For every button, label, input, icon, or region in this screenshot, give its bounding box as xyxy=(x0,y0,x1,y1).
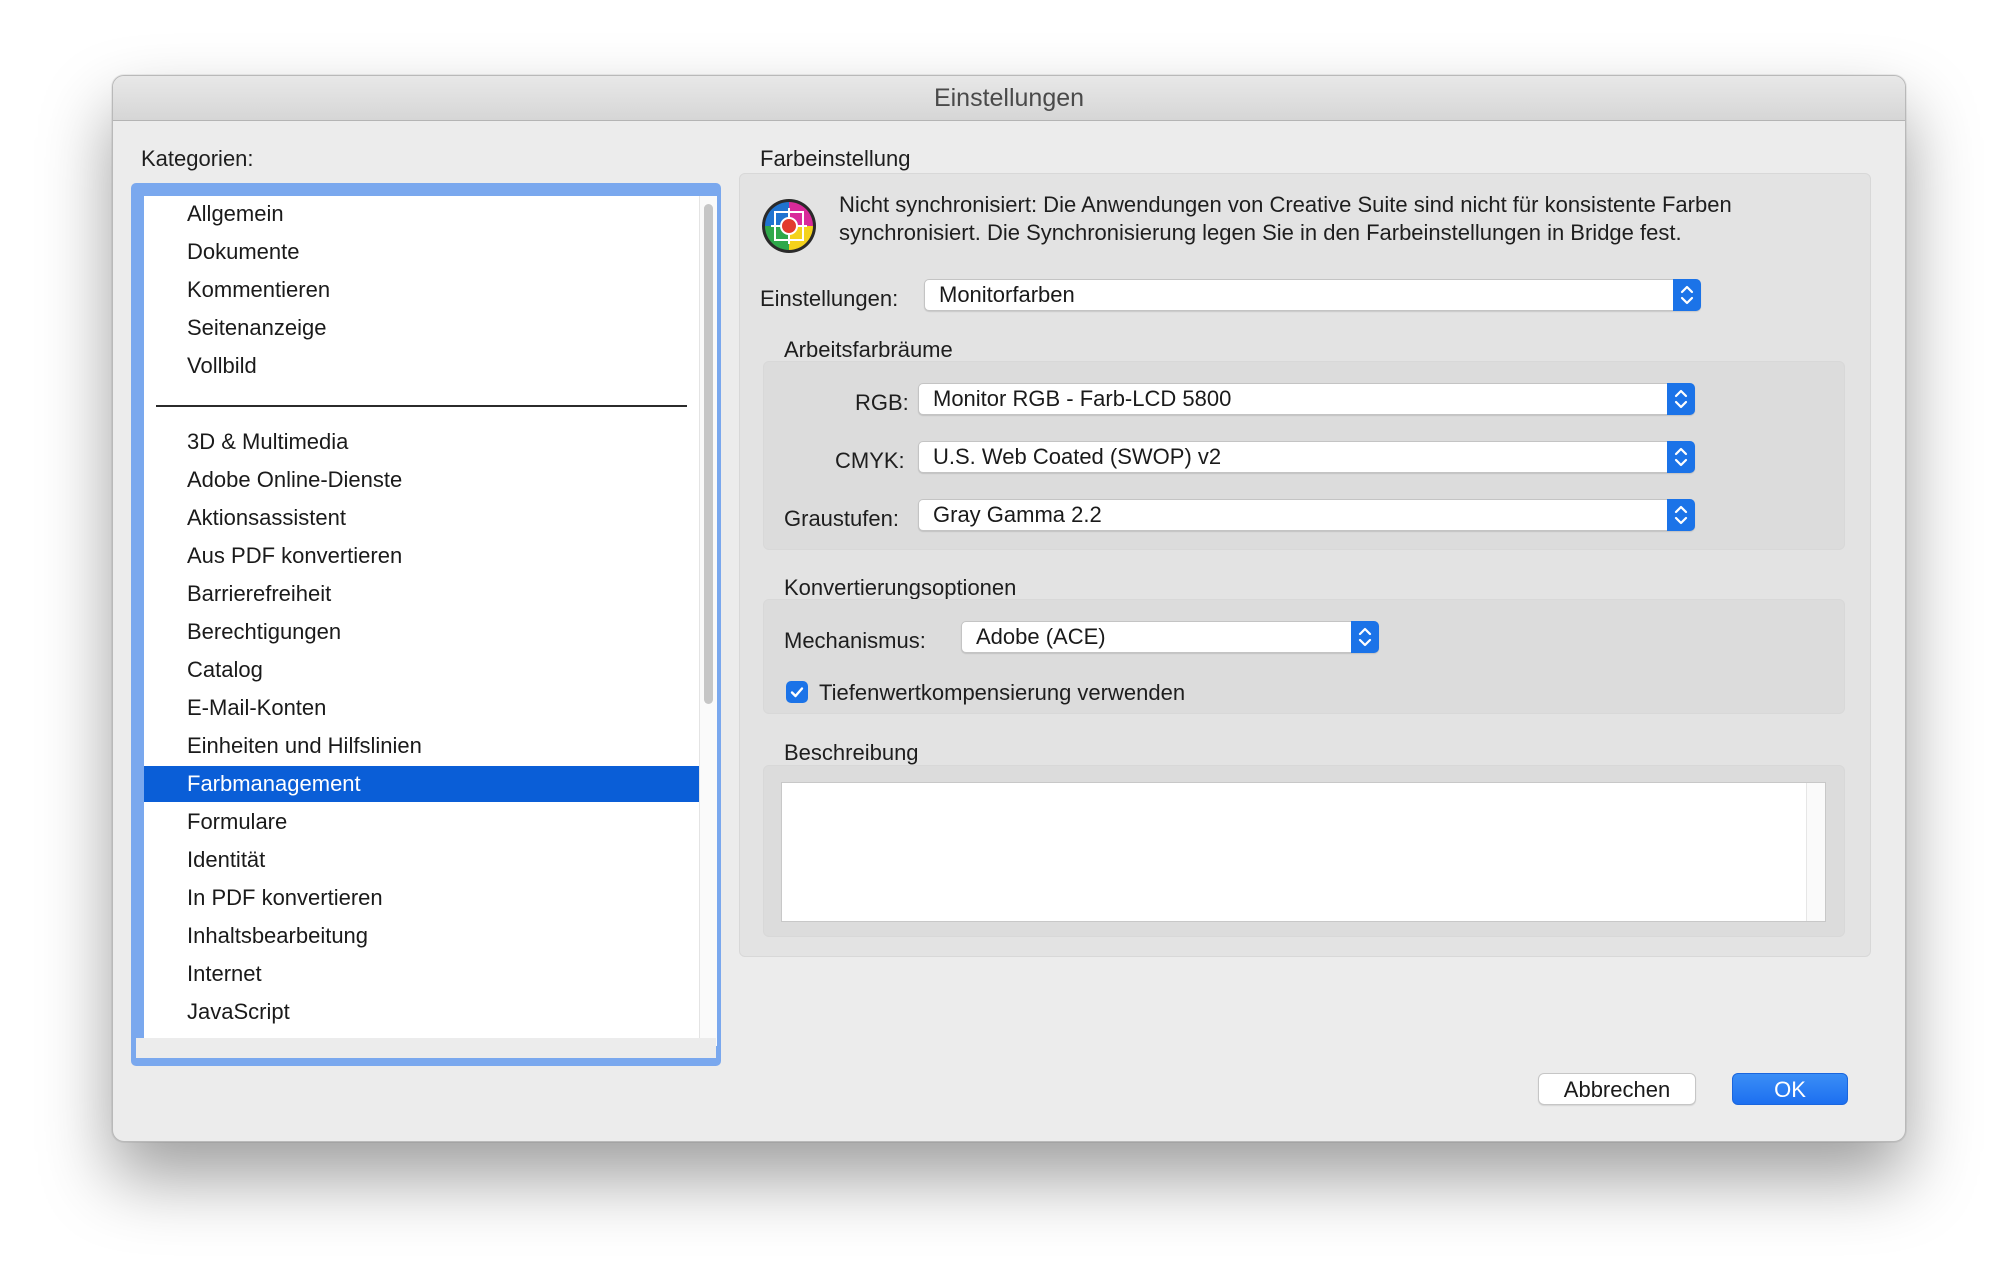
category-item-identitaet[interactable]: Identität xyxy=(144,842,699,878)
preferences-window: Einstellungen Kategorien: Allgemein Doku… xyxy=(112,75,1906,1142)
category-item-adobe-online-dienste[interactable]: Adobe Online-Dienste xyxy=(144,462,699,498)
ok-button[interactable]: OK xyxy=(1732,1073,1848,1105)
category-item-vollbild[interactable]: Vollbild xyxy=(144,348,699,384)
mechanismus-label: Mechanismus: xyxy=(784,628,926,653)
category-item-aktionsassistent[interactable]: Aktionsassistent xyxy=(144,500,699,536)
category-separator xyxy=(156,405,687,407)
category-item-berechtigungen[interactable]: Berechtigungen xyxy=(144,614,699,650)
graustufen-popup[interactable]: Gray Gamma 2.2 xyxy=(918,499,1695,531)
category-item-catalog[interactable]: Catalog xyxy=(144,652,699,688)
rgb-popup[interactable]: Monitor RGB - Farb-LCD 5800 xyxy=(918,383,1695,415)
cmyk-value: U.S. Web Coated (SWOP) v2 xyxy=(933,444,1222,469)
beschreibung-textarea[interactable] xyxy=(781,782,1826,922)
window-title: Einstellungen xyxy=(113,76,1905,121)
beschreibung-scrollbar[interactable] xyxy=(1806,783,1825,921)
rgb-value: Monitor RGB - Farb-LCD 5800 xyxy=(933,386,1232,411)
category-item-javascript[interactable]: JavaScript xyxy=(144,994,699,1030)
cancel-button[interactable]: Abbrechen xyxy=(1538,1073,1696,1105)
bpc-label[interactable]: Tiefenwertkompensierung verwenden xyxy=(819,680,1185,706)
category-item-barrierefreiheit[interactable]: Barrierefreiheit xyxy=(144,576,699,612)
category-item-email-konten[interactable]: E-Mail-Konten xyxy=(144,690,699,726)
rgb-stepper-icon xyxy=(1667,383,1695,415)
settings-label: Einstellungen: xyxy=(760,286,899,311)
categories-list[interactable]: Allgemein Dokumente Kommentieren Seitena… xyxy=(144,196,699,1046)
category-item-seitenanzeige[interactable]: Seitenanzeige xyxy=(144,310,699,346)
category-item-3d-multimedia[interactable]: 3D & Multimedia xyxy=(144,424,699,460)
rgb-label: RGB: xyxy=(855,390,909,415)
checkmark-icon xyxy=(790,687,804,698)
categories-scroll-thumb[interactable] xyxy=(704,204,713,704)
arbeitsfarbraeume-title: Arbeitsfarbräume xyxy=(784,337,953,362)
mechanismus-popup[interactable]: Adobe (ACE) xyxy=(961,621,1379,653)
beschreibung-title: Beschreibung xyxy=(784,740,919,765)
cmyk-stepper-icon xyxy=(1667,441,1695,473)
graustufen-stepper-icon xyxy=(1667,499,1695,531)
category-item-farbmanagement[interactable]: Farbmanagement xyxy=(144,766,699,802)
sync-status-line1: Nicht synchronisiert: Die Anwendungen vo… xyxy=(839,192,1732,217)
sync-status-line2: synchronisiert. Die Synchronisierung leg… xyxy=(839,220,1682,245)
category-item-in-pdf-konvertieren[interactable]: In PDF konvertieren xyxy=(144,880,699,916)
graustufen-label: Graustufen: xyxy=(784,506,899,531)
graustufen-value: Gray Gamma 2.2 xyxy=(933,502,1102,527)
mechanismus-stepper-icon xyxy=(1351,621,1379,653)
category-item-allgemein[interactable]: Allgemein xyxy=(144,196,699,232)
category-item-internet[interactable]: Internet xyxy=(144,956,699,992)
settings-stepper-icon xyxy=(1673,279,1701,311)
categories-bottom-bar xyxy=(136,1038,716,1058)
categories-label: Kategorien: xyxy=(141,146,254,171)
color-sync-icon xyxy=(761,198,817,254)
category-item-kommentieren[interactable]: Kommentieren xyxy=(144,272,699,308)
cmyk-label: CMYK: xyxy=(835,448,905,473)
categories-scrollbar[interactable] xyxy=(699,196,717,1046)
category-item-dokumente[interactable]: Dokumente xyxy=(144,234,699,270)
cmyk-popup[interactable]: U.S. Web Coated (SWOP) v2 xyxy=(918,441,1695,473)
category-item-einheiten-hilfslinien[interactable]: Einheiten und Hilfslinien xyxy=(144,728,699,764)
category-item-aus-pdf-konvertieren[interactable]: Aus PDF konvertieren xyxy=(144,538,699,574)
categories-list-frame: Allgemein Dokumente Kommentieren Seitena… xyxy=(131,183,721,1066)
category-item-inhaltsbearbeitung[interactable]: Inhaltsbearbeitung xyxy=(144,918,699,954)
mechanismus-value: Adobe (ACE) xyxy=(976,624,1106,649)
settings-popup[interactable]: Monitorfarben xyxy=(924,279,1701,311)
farbeinstellung-title: Farbeinstellung xyxy=(760,146,911,171)
settings-value: Monitorfarben xyxy=(939,282,1075,307)
konvertierung-title: Konvertierungsoptionen xyxy=(784,575,1017,600)
category-item-formulare[interactable]: Formulare xyxy=(144,804,699,840)
bpc-checkbox[interactable] xyxy=(786,681,808,703)
